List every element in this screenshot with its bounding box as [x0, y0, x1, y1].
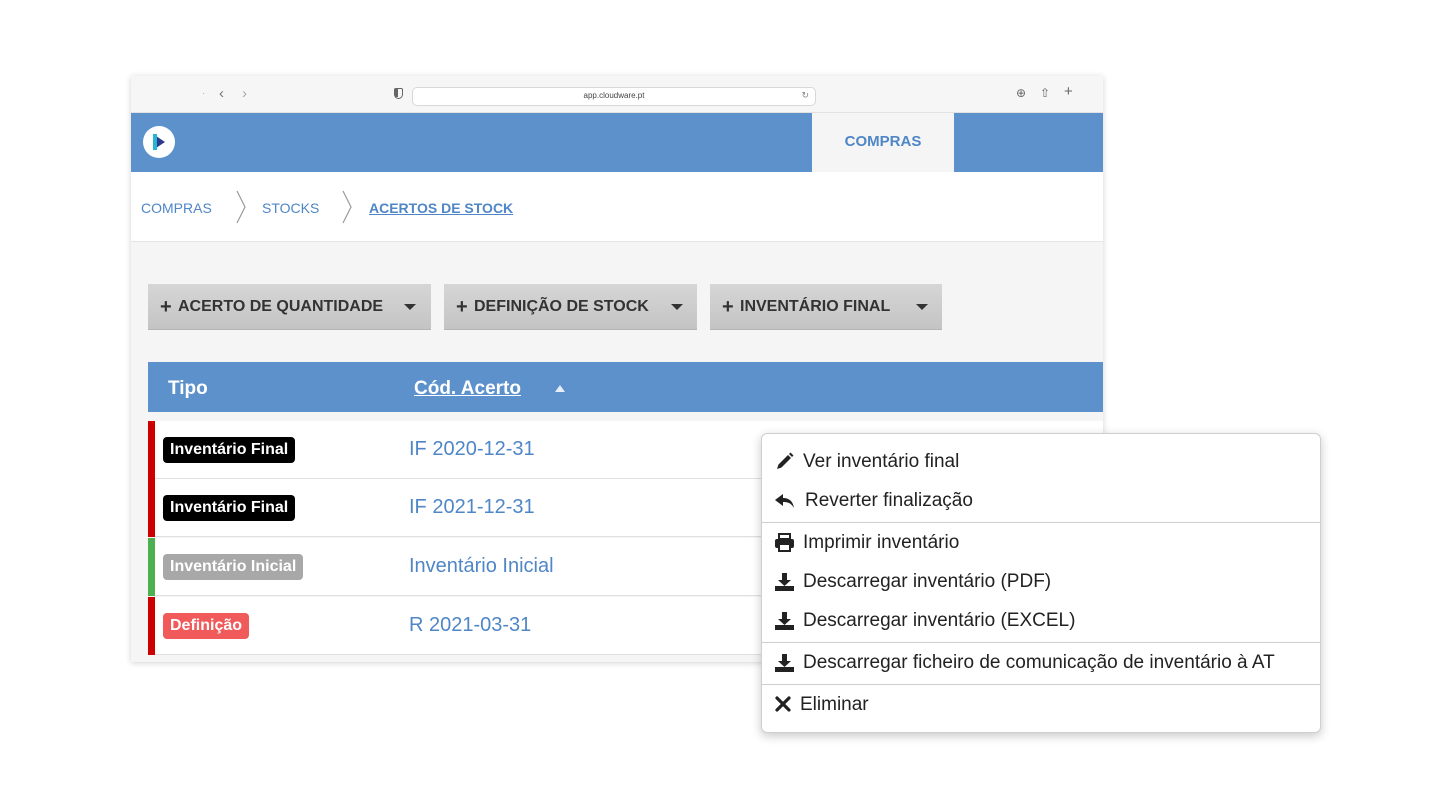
menu-item-descarregar-ficheiro-at[interactable]: Descarregar ficheiro de comunicação de i… [762, 643, 1320, 683]
downloads-icon[interactable]: ⊕ [1016, 86, 1026, 100]
type-badge: Inventário Inicial [163, 554, 304, 580]
caret-down-icon[interactable] [671, 304, 683, 310]
menu-item-label: Imprimir inventário [803, 532, 960, 553]
menu-item-label: Eliminar [800, 694, 869, 715]
code-link[interactable]: IF 2021-12-31 [409, 496, 535, 519]
breadcrumb-separator-icon [342, 190, 352, 224]
menu-item-eliminar[interactable]: Eliminar [762, 685, 1320, 725]
breadcrumb-separator-icon [236, 190, 246, 224]
privacy-shield-icon[interactable] [394, 88, 403, 99]
code-link[interactable]: Inventário Inicial [409, 555, 554, 578]
menu-item-label: Descarregar ficheiro de comunicação de i… [803, 652, 1275, 673]
definicao-de-stock-button[interactable]: + DEFINIÇÃO DE STOCK [444, 284, 697, 330]
status-bar [148, 597, 155, 655]
button-label: ACERTO DE QUANTIDADE [178, 298, 384, 315]
app-header: COMPRAS [131, 113, 1103, 172]
button-label: DEFINIÇÃO DE STOCK [474, 298, 649, 315]
table-header: Tipo Cód. Acerto [148, 362, 1103, 412]
close-icon [775, 696, 791, 712]
back-arrow-icon[interactable]: ‹ [219, 85, 224, 102]
new-tab-icon[interactable]: + [1064, 83, 1073, 100]
code-link[interactable]: R 2021-03-31 [409, 614, 531, 637]
menu-item-ver-inventario-final[interactable]: Ver inventário final [762, 442, 1320, 482]
context-menu: Ver inventário final Reverter finalizaçã… [761, 433, 1321, 733]
breadcrumb: COMPRAS STOCKS ACERTOS DE STOCK [131, 172, 1103, 242]
breadcrumb-compras[interactable]: COMPRAS [141, 200, 212, 216]
forward-arrow-icon[interactable]: › [242, 85, 247, 102]
printer-icon [775, 533, 794, 552]
status-bar [148, 479, 155, 537]
menu-item-descarregar-pdf[interactable]: Descarregar inventário (PDF) [762, 562, 1320, 602]
breadcrumb-stocks[interactable]: STOCKS [262, 200, 319, 216]
download-icon [775, 573, 794, 591]
menu-item-label: Ver inventário final [803, 451, 960, 472]
acerto-de-quantidade-button[interactable]: + ACERTO DE QUANTIDADE [148, 284, 431, 330]
app-logo[interactable] [143, 126, 175, 158]
menu-item-label: Descarregar inventário (PDF) [803, 571, 1052, 592]
menu-item-label: Reverter finalização [805, 490, 973, 511]
plus-icon: + [456, 296, 468, 318]
menu-item-reverter-finalizacao[interactable]: Reverter finalização [762, 481, 1320, 521]
type-badge: Definição [163, 613, 250, 639]
column-header-tipo: Tipo [168, 378, 208, 399]
status-bar [148, 538, 155, 596]
sort-ascending-icon[interactable] [555, 385, 565, 392]
type-badge: Inventário Final [163, 495, 296, 521]
download-icon [775, 612, 794, 630]
reload-icon[interactable]: ↻ [801, 90, 809, 101]
status-bar [148, 421, 155, 479]
column-header-cod-acerto[interactable]: Cód. Acerto [414, 378, 521, 400]
type-badge: Inventário Final [163, 437, 296, 463]
undo-arrow-icon [775, 494, 794, 508]
inventario-final-button[interactable]: + INVENTÁRIO FINAL [710, 284, 942, 330]
menu-item-label: Descarregar inventário (EXCEL) [803, 610, 1076, 631]
browser-toolbar: · ‹ › app.cloudware.pt ↻ ⊕ ⇧ + [131, 76, 1103, 113]
menu-item-imprimir-inventario[interactable]: Imprimir inventário [762, 523, 1320, 563]
sidebar-toggle-icon[interactable]: · [202, 88, 205, 99]
plus-icon: + [160, 296, 172, 318]
caret-down-icon[interactable] [404, 304, 416, 310]
address-bar[interactable]: app.cloudware.pt ↻ [412, 87, 816, 106]
download-icon [775, 654, 794, 672]
address-text: app.cloudware.pt [583, 91, 645, 100]
button-label: INVENTÁRIO FINAL [740, 298, 891, 315]
breadcrumb-acertos-de-stock[interactable]: ACERTOS DE STOCK [369, 200, 513, 216]
share-icon[interactable]: ⇧ [1040, 86, 1050, 100]
plus-icon: + [722, 296, 734, 318]
tab-compras[interactable]: COMPRAS [812, 113, 954, 172]
pencil-icon [777, 452, 794, 469]
code-link[interactable]: IF 2020-12-31 [409, 438, 535, 461]
menu-item-descarregar-excel[interactable]: Descarregar inventário (EXCEL) [762, 601, 1320, 641]
caret-down-icon[interactable] [916, 304, 928, 310]
